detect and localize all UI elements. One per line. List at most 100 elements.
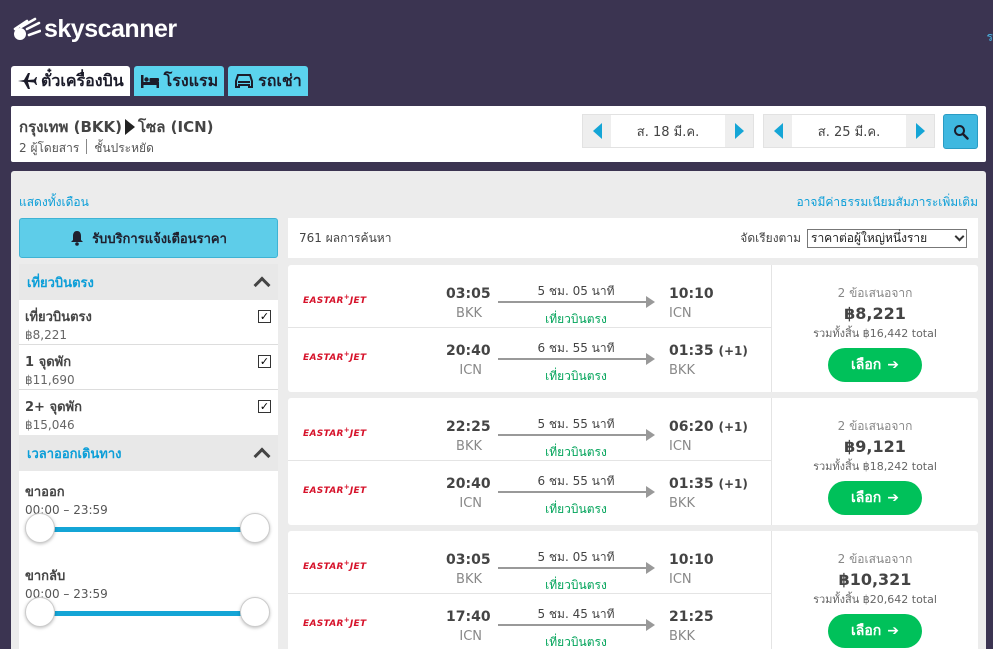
- inbound-slider-track[interactable]: [39, 611, 258, 616]
- departure-times-header[interactable]: เวลาออกเดินทาง: [19, 435, 278, 471]
- price-alert-button[interactable]: รับบริการแจ้งเตือนราคา: [19, 218, 278, 258]
- flight-line: [498, 301, 648, 303]
- tab-flights[interactable]: ตั๋วเครื่องบิน: [11, 66, 130, 96]
- show-whole-month-link[interactable]: แสดงทั้งเดือน: [19, 193, 89, 212]
- chevron-up-icon: [253, 276, 271, 294]
- stops-option-direct[interactable]: เที่ยวบินตรง ฿8,221 ✓: [19, 300, 278, 345]
- flight-duration: 5 ชม. 55 นาที: [537, 417, 615, 431]
- arrival-time: 06:20 (+1): [669, 419, 748, 435]
- tab-hotels-label: โรงแรม: [163, 70, 219, 90]
- arrow-right-icon: [646, 619, 655, 631]
- airline-logo: EASTAR+JET: [303, 616, 367, 629]
- skyscanner-logo[interactable]: skyscanner: [11, 14, 177, 44]
- passenger-count: 2 ผู้โดยสาร: [19, 141, 80, 155]
- airline-logo: EASTAR+JET: [303, 483, 367, 496]
- depart-date[interactable]: ส. 18 มี.ค.: [611, 115, 725, 147]
- price-per-person: ฿9,121: [844, 437, 906, 456]
- departure-airport: ICN: [459, 496, 482, 511]
- stops-two-plus-checkbox[interactable]: ✓: [258, 400, 271, 413]
- stops-option-two-plus[interactable]: 2+ จุดพัก ฿15,046 ✓: [19, 390, 278, 435]
- departure-time: 20:40: [446, 476, 491, 492]
- baggage-fees-link[interactable]: อาจมีค่าธรรมเนียมสัมภาระเพิ่มเติม: [796, 193, 978, 212]
- result-card[interactable]: EASTAR+JET 03:05 BKK 5 ชม. 05 นาที เที่ย…: [288, 265, 978, 392]
- bell-icon: [71, 231, 84, 246]
- arrival-airport: BKK: [669, 496, 695, 511]
- stops-direct-checkbox[interactable]: ✓: [258, 310, 271, 323]
- depart-date-picker: ส. 18 มี.ค.: [582, 114, 754, 148]
- price-pane: 2 ข้อเสนอจาก ฿8,221 รวมทั้งสิ้น ฿16,442 …: [771, 265, 978, 392]
- stops-option-one-stop[interactable]: 1 จุดพัก ฿11,690 ✓: [19, 345, 278, 390]
- tab-hotels[interactable]: โรงแรม: [133, 66, 225, 96]
- price-total: รวมทั้งสิ้น ฿16,442 total: [813, 327, 937, 340]
- arrow-right-icon: [646, 486, 655, 498]
- offers-count: 2 ข้อเสนอจาก: [837, 552, 913, 566]
- origin-city: กรุงเทพ (BKK): [19, 118, 122, 136]
- return-date-picker: ส. 25 มี.ค.: [763, 114, 935, 148]
- sort-control: จัดเรียงตาม ราคาต่อผู้ใหญ่หนึ่งราย: [740, 228, 967, 248]
- caret-left-icon: [592, 123, 602, 139]
- return-leg: EASTAR+JET 20:40 ICN 6 ชม. 55 นาที เที่ย…: [288, 327, 771, 383]
- return-prev-day-button[interactable]: [764, 115, 792, 147]
- flight-duration: 5 ชม. 05 นาที: [537, 550, 615, 564]
- price-pane: 2 ข้อเสนอจาก ฿10,321 รวมทั้งสิ้น ฿20,642…: [771, 531, 978, 649]
- tab-car-hire-label: รถเช่า: [258, 70, 302, 90]
- caret-right-icon: [915, 123, 925, 139]
- depart-next-day-button[interactable]: [725, 115, 753, 147]
- cabin-class: ชั้นประหยัด: [94, 141, 154, 155]
- stops-filter-header[interactable]: เที่ยวบินตรง: [19, 264, 278, 300]
- select-button[interactable]: เลือก ➔: [828, 481, 922, 515]
- select-button[interactable]: เลือก ➔: [828, 614, 922, 648]
- tab-car-hire[interactable]: รถเช่า: [228, 66, 308, 96]
- arrow-right-icon: [646, 353, 655, 365]
- bed-icon: [140, 75, 159, 88]
- outbound-slider-track[interactable]: [39, 527, 258, 532]
- offers-count: 2 ข้อเสนอจาก: [837, 419, 913, 433]
- stops-one-checkbox[interactable]: ✓: [258, 355, 271, 368]
- departure-time: 17:40: [446, 609, 491, 625]
- return-next-day-button[interactable]: [906, 115, 934, 147]
- brand-name: skyscanner: [44, 14, 177, 43]
- inbound-time-filter: ขากลับ 00:00 – 23:59: [19, 555, 278, 639]
- inbound-slider-min-handle[interactable]: [25, 597, 55, 627]
- price-per-person: ฿8,221: [844, 304, 906, 323]
- top-bar: skyscanner ร ตั๋วเครื่องบิน โรงแรม รถเช่…: [0, 0, 993, 96]
- filters-sidebar: เที่ยวบินตรง เที่ยวบินตรง ฿8,221 ✓ 1 จุด…: [19, 264, 278, 649]
- stops-option-price: ฿15,046: [25, 418, 75, 432]
- sort-label: จัดเรียงตาม: [740, 230, 801, 245]
- sunrise-logo-icon: [13, 17, 41, 40]
- stops-info: เที่ยวบินตรง: [545, 369, 607, 383]
- flight-line: [498, 358, 648, 360]
- return-date[interactable]: ส. 25 มี.ค.: [792, 115, 906, 147]
- departure-airport: ICN: [459, 363, 482, 378]
- route-title[interactable]: กรุงเทพ (BKK) โซล (ICN): [19, 115, 214, 139]
- stops-option-label: 2+ จุดพัก: [25, 400, 82, 415]
- caret-right-icon: [734, 123, 744, 139]
- result-card[interactable]: EASTAR+JET 03:05 BKK 5 ชม. 05 นาที เที่ย…: [288, 531, 978, 649]
- departure-time: 03:05: [446, 286, 491, 302]
- flight-duration: 5 ชม. 05 นาที: [537, 284, 615, 298]
- airline-logo: EASTAR+JET: [303, 350, 367, 363]
- search-button[interactable]: [943, 114, 978, 149]
- inbound-slider-max-handle[interactable]: [240, 597, 270, 627]
- arrival-time: 10:10: [669, 286, 714, 302]
- select-button[interactable]: เลือก ➔: [828, 348, 922, 382]
- product-tabs: ตั๋วเครื่องบิน โรงแรม รถเช่า: [11, 66, 308, 96]
- result-card[interactable]: EASTAR+JET 22:25 BKK 5 ชม. 55 นาที เที่ย…: [288, 398, 978, 525]
- depart-prev-day-button[interactable]: [583, 115, 611, 147]
- inbound-label: ขากลับ: [25, 569, 66, 584]
- price-total: รวมทั้งสิ้น ฿18,242 total: [813, 460, 937, 473]
- outbound-slider-min-handle[interactable]: [25, 513, 55, 543]
- caret-left-icon: [773, 123, 783, 139]
- sort-select[interactable]: ราคาต่อผู้ใหญ่หนึ่งราย: [807, 228, 967, 248]
- price-per-person: ฿10,321: [838, 570, 912, 589]
- passenger-cabin-info[interactable]: 2 ผู้โดยสาร ชั้นประหยัด: [19, 139, 154, 158]
- arrival-airport: BKK: [669, 363, 695, 378]
- arrival-time: 01:35 (+1): [669, 343, 748, 359]
- departure-time: 22:25: [446, 419, 491, 435]
- arrow-right-icon: ➔: [887, 623, 899, 639]
- arrival-airport: ICN: [669, 439, 692, 454]
- outbound-slider-max-handle[interactable]: [240, 513, 270, 543]
- header-link-truncated[interactable]: ร: [987, 28, 993, 47]
- stops-info: เที่ยวบินตรง: [545, 502, 607, 516]
- departure-times-title: เวลาออกเดินทาง: [27, 446, 122, 462]
